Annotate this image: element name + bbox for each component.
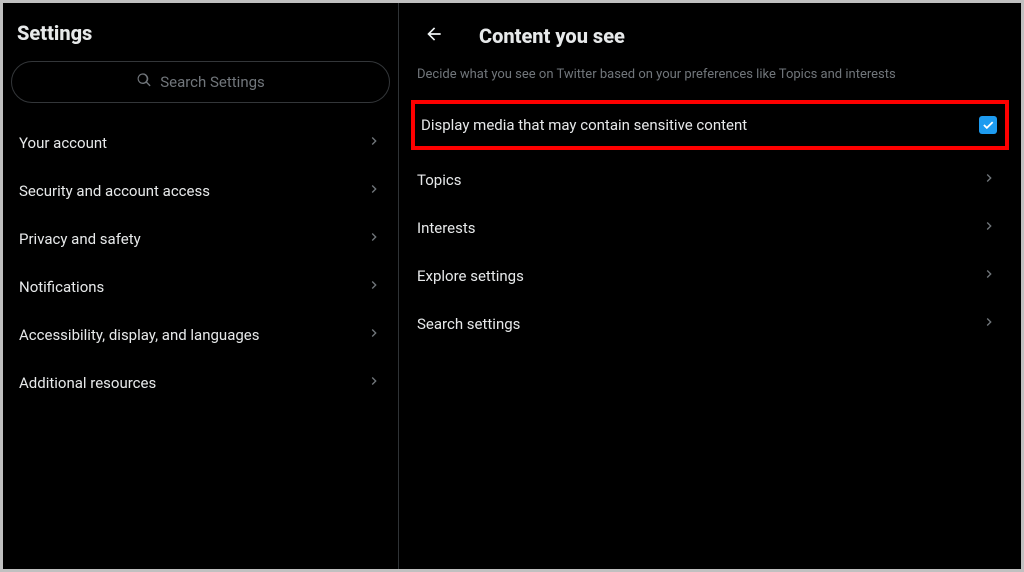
sidebar-item-additional-resources[interactable]: Additional resources: [7, 359, 394, 407]
setting-sensitive-content-toggle[interactable]: Display media that may contain sensitive…: [411, 100, 1009, 150]
chevron-right-icon: [366, 181, 382, 201]
chevron-right-icon: [366, 133, 382, 153]
setting-item-topics[interactable]: Topics: [415, 156, 1005, 204]
page-subtitle: Decide what you see on Twitter based on …: [415, 67, 1005, 100]
setting-label: Interests: [417, 219, 476, 237]
sidebar-item-label: Security and account access: [19, 182, 210, 200]
main-header: Content you see: [415, 13, 1005, 67]
sidebar-item-label: Additional resources: [19, 374, 156, 392]
search-input[interactable]: Search Settings: [11, 61, 390, 103]
checkbox-checked-icon[interactable]: [979, 116, 997, 134]
sidebar-item-label: Privacy and safety: [19, 230, 141, 248]
chevron-right-icon: [366, 325, 382, 345]
setting-label: Explore settings: [417, 267, 524, 285]
settings-sidebar: Settings Search Settings Your account Se…: [3, 3, 399, 569]
setting-label: Search settings: [417, 315, 520, 333]
sidebar-item-label: Your account: [19, 134, 107, 152]
chevron-right-icon: [366, 277, 382, 297]
sidebar-item-accessibility[interactable]: Accessibility, display, and languages: [7, 311, 394, 359]
main-content: Content you see Decide what you see on T…: [399, 3, 1021, 569]
setting-item-interests[interactable]: Interests: [415, 204, 1005, 252]
chevron-right-icon: [981, 170, 997, 190]
setting-label: Topics: [417, 171, 461, 189]
arrow-left-icon: [424, 24, 444, 48]
back-button[interactable]: [417, 19, 451, 53]
sidebar-item-privacy[interactable]: Privacy and safety: [7, 215, 394, 263]
settings-app: Settings Search Settings Your account Se…: [3, 3, 1021, 569]
chevron-right-icon: [981, 314, 997, 334]
search-placeholder: Search Settings: [160, 73, 265, 91]
chevron-right-icon: [981, 218, 997, 238]
setting-label: Display media that may contain sensitive…: [421, 116, 747, 134]
sidebar-item-security[interactable]: Security and account access: [7, 167, 394, 215]
sidebar-title: Settings: [7, 17, 394, 61]
chevron-right-icon: [366, 229, 382, 249]
search-icon: [136, 72, 152, 92]
sidebar-item-label: Notifications: [19, 278, 104, 296]
sidebar-item-your-account[interactable]: Your account: [7, 119, 394, 167]
sidebar-item-label: Accessibility, display, and languages: [19, 326, 259, 344]
page-title: Content you see: [479, 24, 625, 48]
sidebar-item-notifications[interactable]: Notifications: [7, 263, 394, 311]
setting-item-search-settings[interactable]: Search settings: [415, 300, 1005, 348]
chevron-right-icon: [366, 373, 382, 393]
sidebar-list: Your account Security and account access…: [7, 113, 394, 407]
search-container: Search Settings: [7, 61, 394, 113]
chevron-right-icon: [981, 266, 997, 286]
setting-item-explore-settings[interactable]: Explore settings: [415, 252, 1005, 300]
